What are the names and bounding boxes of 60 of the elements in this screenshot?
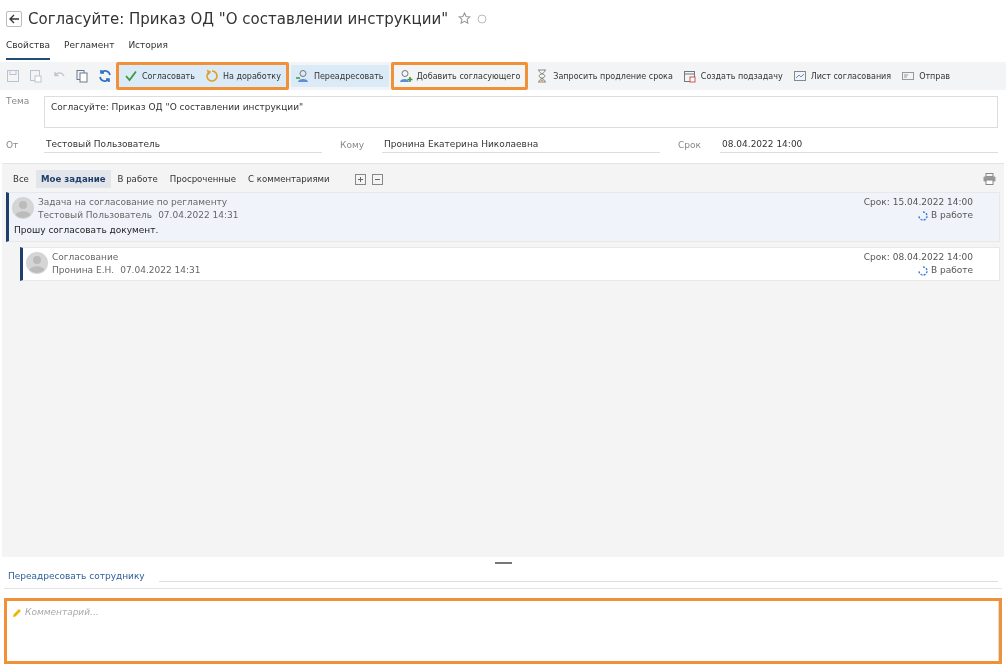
resize-handle[interactable] xyxy=(494,562,512,564)
filter-tab[interactable]: С комментариями xyxy=(243,170,335,188)
toolbar-button[interactable]: Запросить продление срока xyxy=(530,65,678,87)
toolbar-button[interactable]: Согласовать xyxy=(119,65,200,87)
back-button[interactable] xyxy=(6,10,22,27)
task-card[interactable]: Согласование Пронина Е.Н. 07.04.2022 14:31 Срок: 08.04.2022 14:00 В работе xyxy=(20,247,1000,281)
add-person-icon xyxy=(398,69,413,83)
circle-icon[interactable] xyxy=(477,13,488,24)
redirect-label: Переадресовать сотруднику xyxy=(8,571,145,581)
page-title: Согласуйте: Приказ ОД "О составлении инструкции" xyxy=(28,9,449,28)
task-due-date: Срок: 15.04.2022 14:00 xyxy=(863,196,973,209)
print-icon[interactable] xyxy=(983,173,996,185)
toolbar-button[interactable]: Лист согласования xyxy=(787,65,897,87)
star-icon[interactable] xyxy=(458,12,472,25)
spinner-icon xyxy=(917,210,928,221)
circular-arrow-icon xyxy=(205,69,219,83)
task-title: Задача на согласование по регламенту xyxy=(38,196,229,209)
avatar-icon xyxy=(26,252,48,276)
task-due-date: Срок: 08.04.2022 14:00 xyxy=(863,251,973,264)
task-author: Пронина Е.Н. xyxy=(52,265,115,275)
filter-tab[interactable]: Все xyxy=(8,170,34,188)
chart-sheet-icon xyxy=(792,69,807,83)
toolbar-button[interactable]: Создать подзадачу xyxy=(677,65,788,87)
avatar-icon xyxy=(12,197,34,221)
tab[interactable]: Регламент xyxy=(63,40,115,60)
collapse-all-icon[interactable] xyxy=(371,173,383,185)
to-field[interactable]: Пронина Екатерина Николаевна xyxy=(382,136,660,153)
task-date: 07.04.2022 14:31 xyxy=(158,210,239,220)
task-author: Тестовый Пользователь xyxy=(38,210,153,220)
spinner-icon xyxy=(917,265,928,276)
filter-tab[interactable]: Мое задание xyxy=(35,170,111,188)
task-date: 07.04.2022 14:31 xyxy=(120,265,201,275)
task-status: В работе xyxy=(930,264,973,277)
filter-tab[interactable]: Просроченные xyxy=(164,170,242,188)
toolbar-button[interactable]: Переадресовать xyxy=(290,65,389,87)
due-date-field[interactable]: 08.04.2022 14:00 xyxy=(720,136,998,153)
task-status: В работе xyxy=(930,209,973,222)
refresh-icon[interactable] xyxy=(98,69,112,83)
check-icon xyxy=(124,69,138,83)
toolbar-button[interactable]: Добавить согласующего xyxy=(393,65,526,87)
field-label: От xyxy=(6,139,20,150)
toolbar-button[interactable]: На доработку xyxy=(200,65,286,87)
filter-tab[interactable]: В работе xyxy=(112,170,163,188)
task-title: Согласование xyxy=(52,251,120,264)
field-label: Срок xyxy=(678,139,702,150)
person-icon xyxy=(295,69,310,83)
from-field[interactable]: Тестовый Пользователь xyxy=(44,136,322,153)
tab[interactable]: Свойства xyxy=(6,40,50,60)
copy-icon[interactable] xyxy=(75,69,89,83)
envelope-icon xyxy=(901,69,916,83)
tab[interactable]: История xyxy=(128,40,168,60)
task-card[interactable]: Задача на согласование по регламенту Тестовый Пользователь 07.04.2022 14:31 Срок: 15.04.2022 14:00 В работе Прошу согласовать документ. xyxy=(6,192,1000,242)
expand-all-icon[interactable] xyxy=(354,173,366,185)
subject-field[interactable]: Согласуйте: Приказ ОД "О составлении инструкции" xyxy=(44,96,998,128)
toolbar-button[interactable]: Отправ xyxy=(896,65,955,87)
field-label: Кому xyxy=(340,139,365,150)
pencil-icon xyxy=(12,608,22,618)
field-label: Тема xyxy=(6,96,31,106)
task-comment: Прошу согласовать документ. xyxy=(13,224,160,237)
calendar-icon xyxy=(682,69,697,83)
